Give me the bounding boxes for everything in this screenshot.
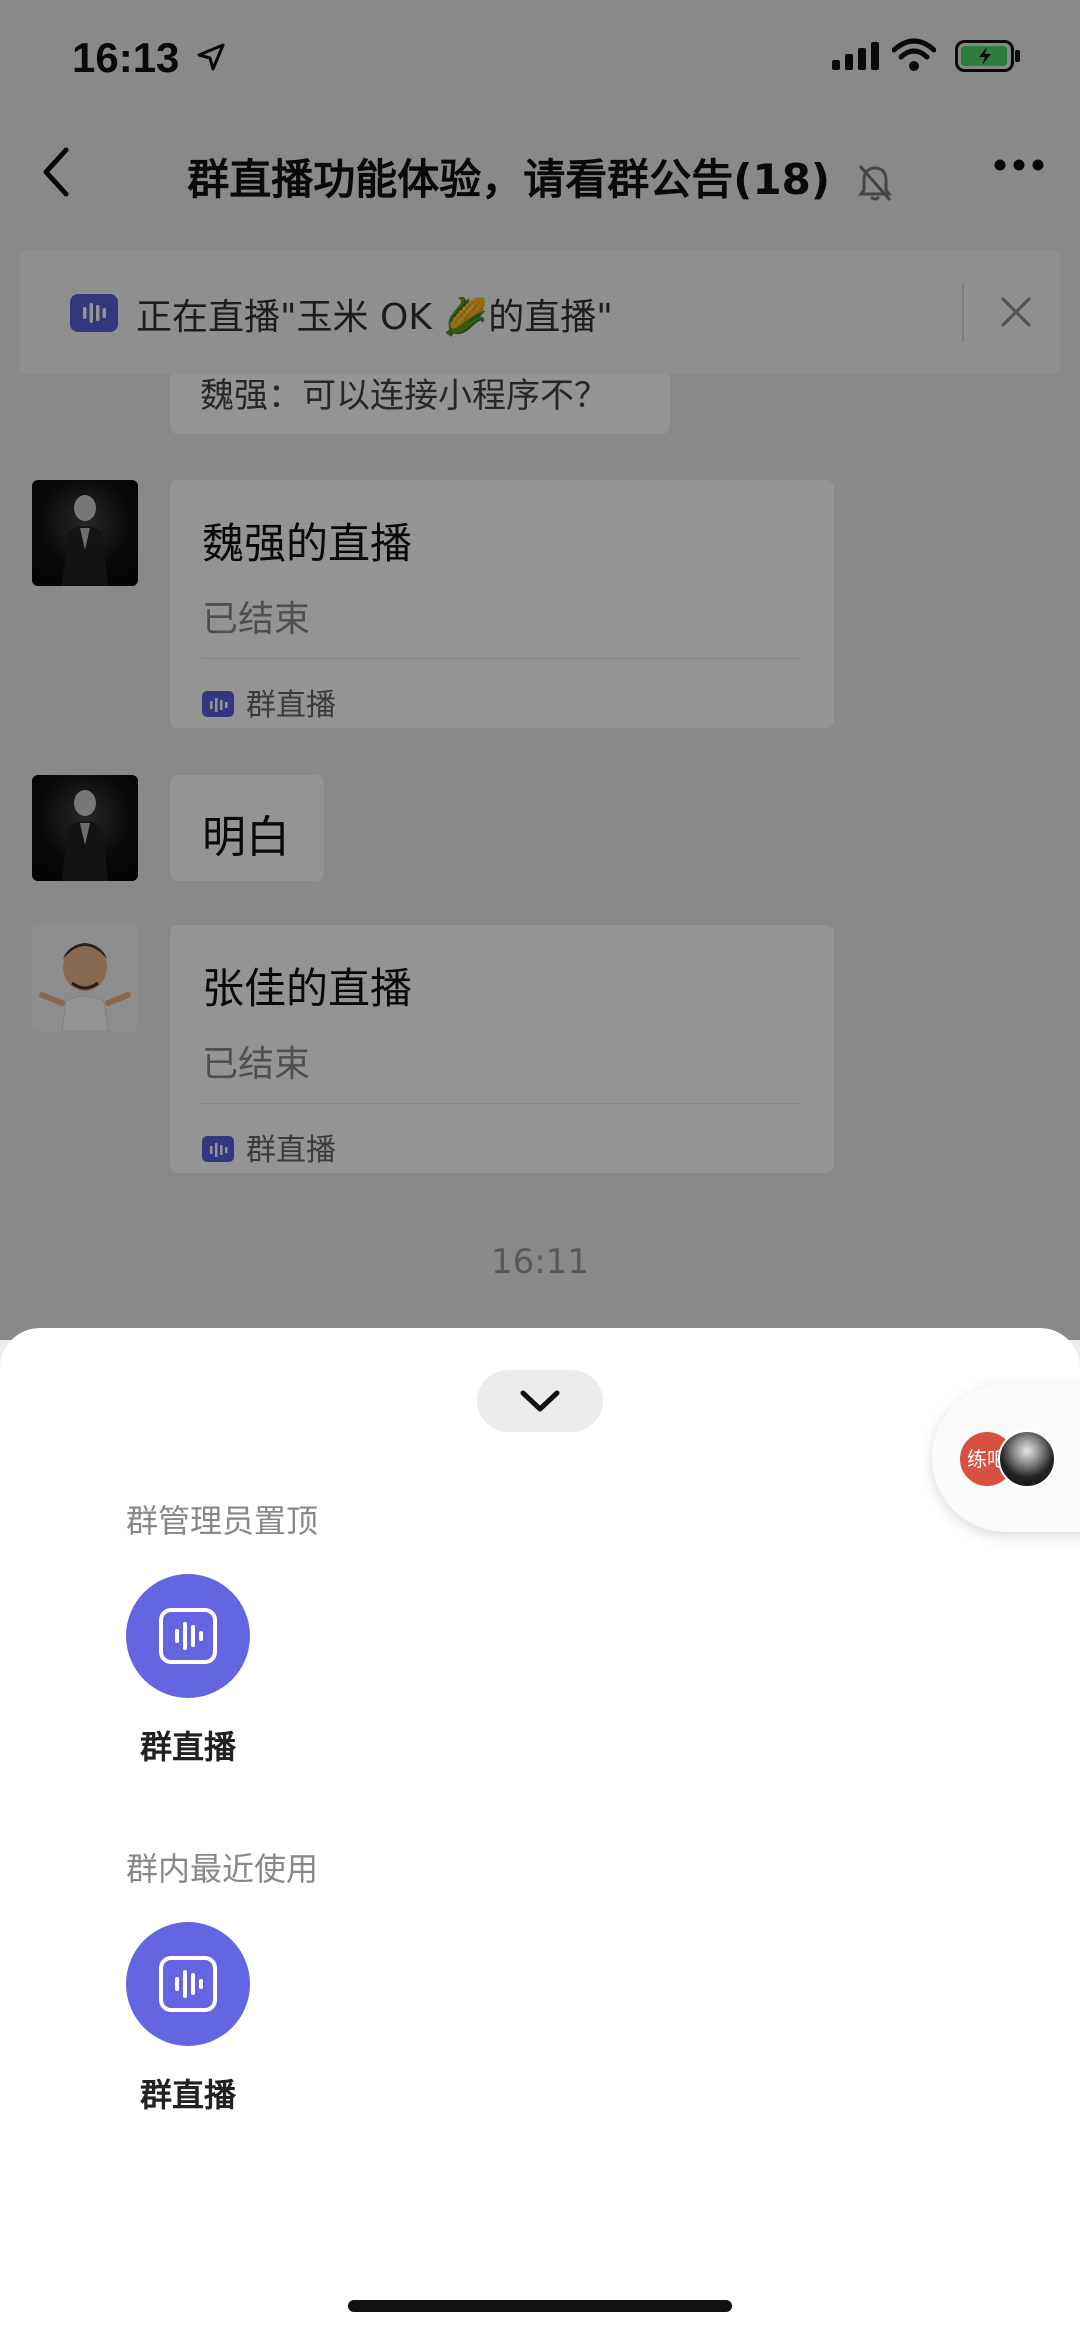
collapse-button[interactable] xyxy=(477,1370,603,1432)
app-label: 群直播 xyxy=(139,2076,236,2114)
avatar xyxy=(998,1430,1056,1488)
dim-overlay[interactable] xyxy=(0,0,1080,1340)
group-live-app-button[interactable] xyxy=(126,1922,250,2046)
live-wave-icon xyxy=(159,1608,217,1664)
section-label-recent: 群内最近使用 xyxy=(126,1850,319,1888)
group-live-app-button[interactable] xyxy=(126,1574,250,1698)
home-indicator[interactable] xyxy=(348,2300,732,2312)
bottom-sheet: 练吧 群管理员置顶 群直播 群内最近使用 群直播 xyxy=(0,1328,1080,2337)
chevron-down-icon xyxy=(520,1390,560,1412)
live-wave-icon xyxy=(159,1956,217,2012)
section-label-pinned: 群管理员置顶 xyxy=(126,1502,319,1540)
floating-live-pill[interactable]: 练吧 xyxy=(932,1384,1080,1532)
app-label: 群直播 xyxy=(139,1728,236,1766)
